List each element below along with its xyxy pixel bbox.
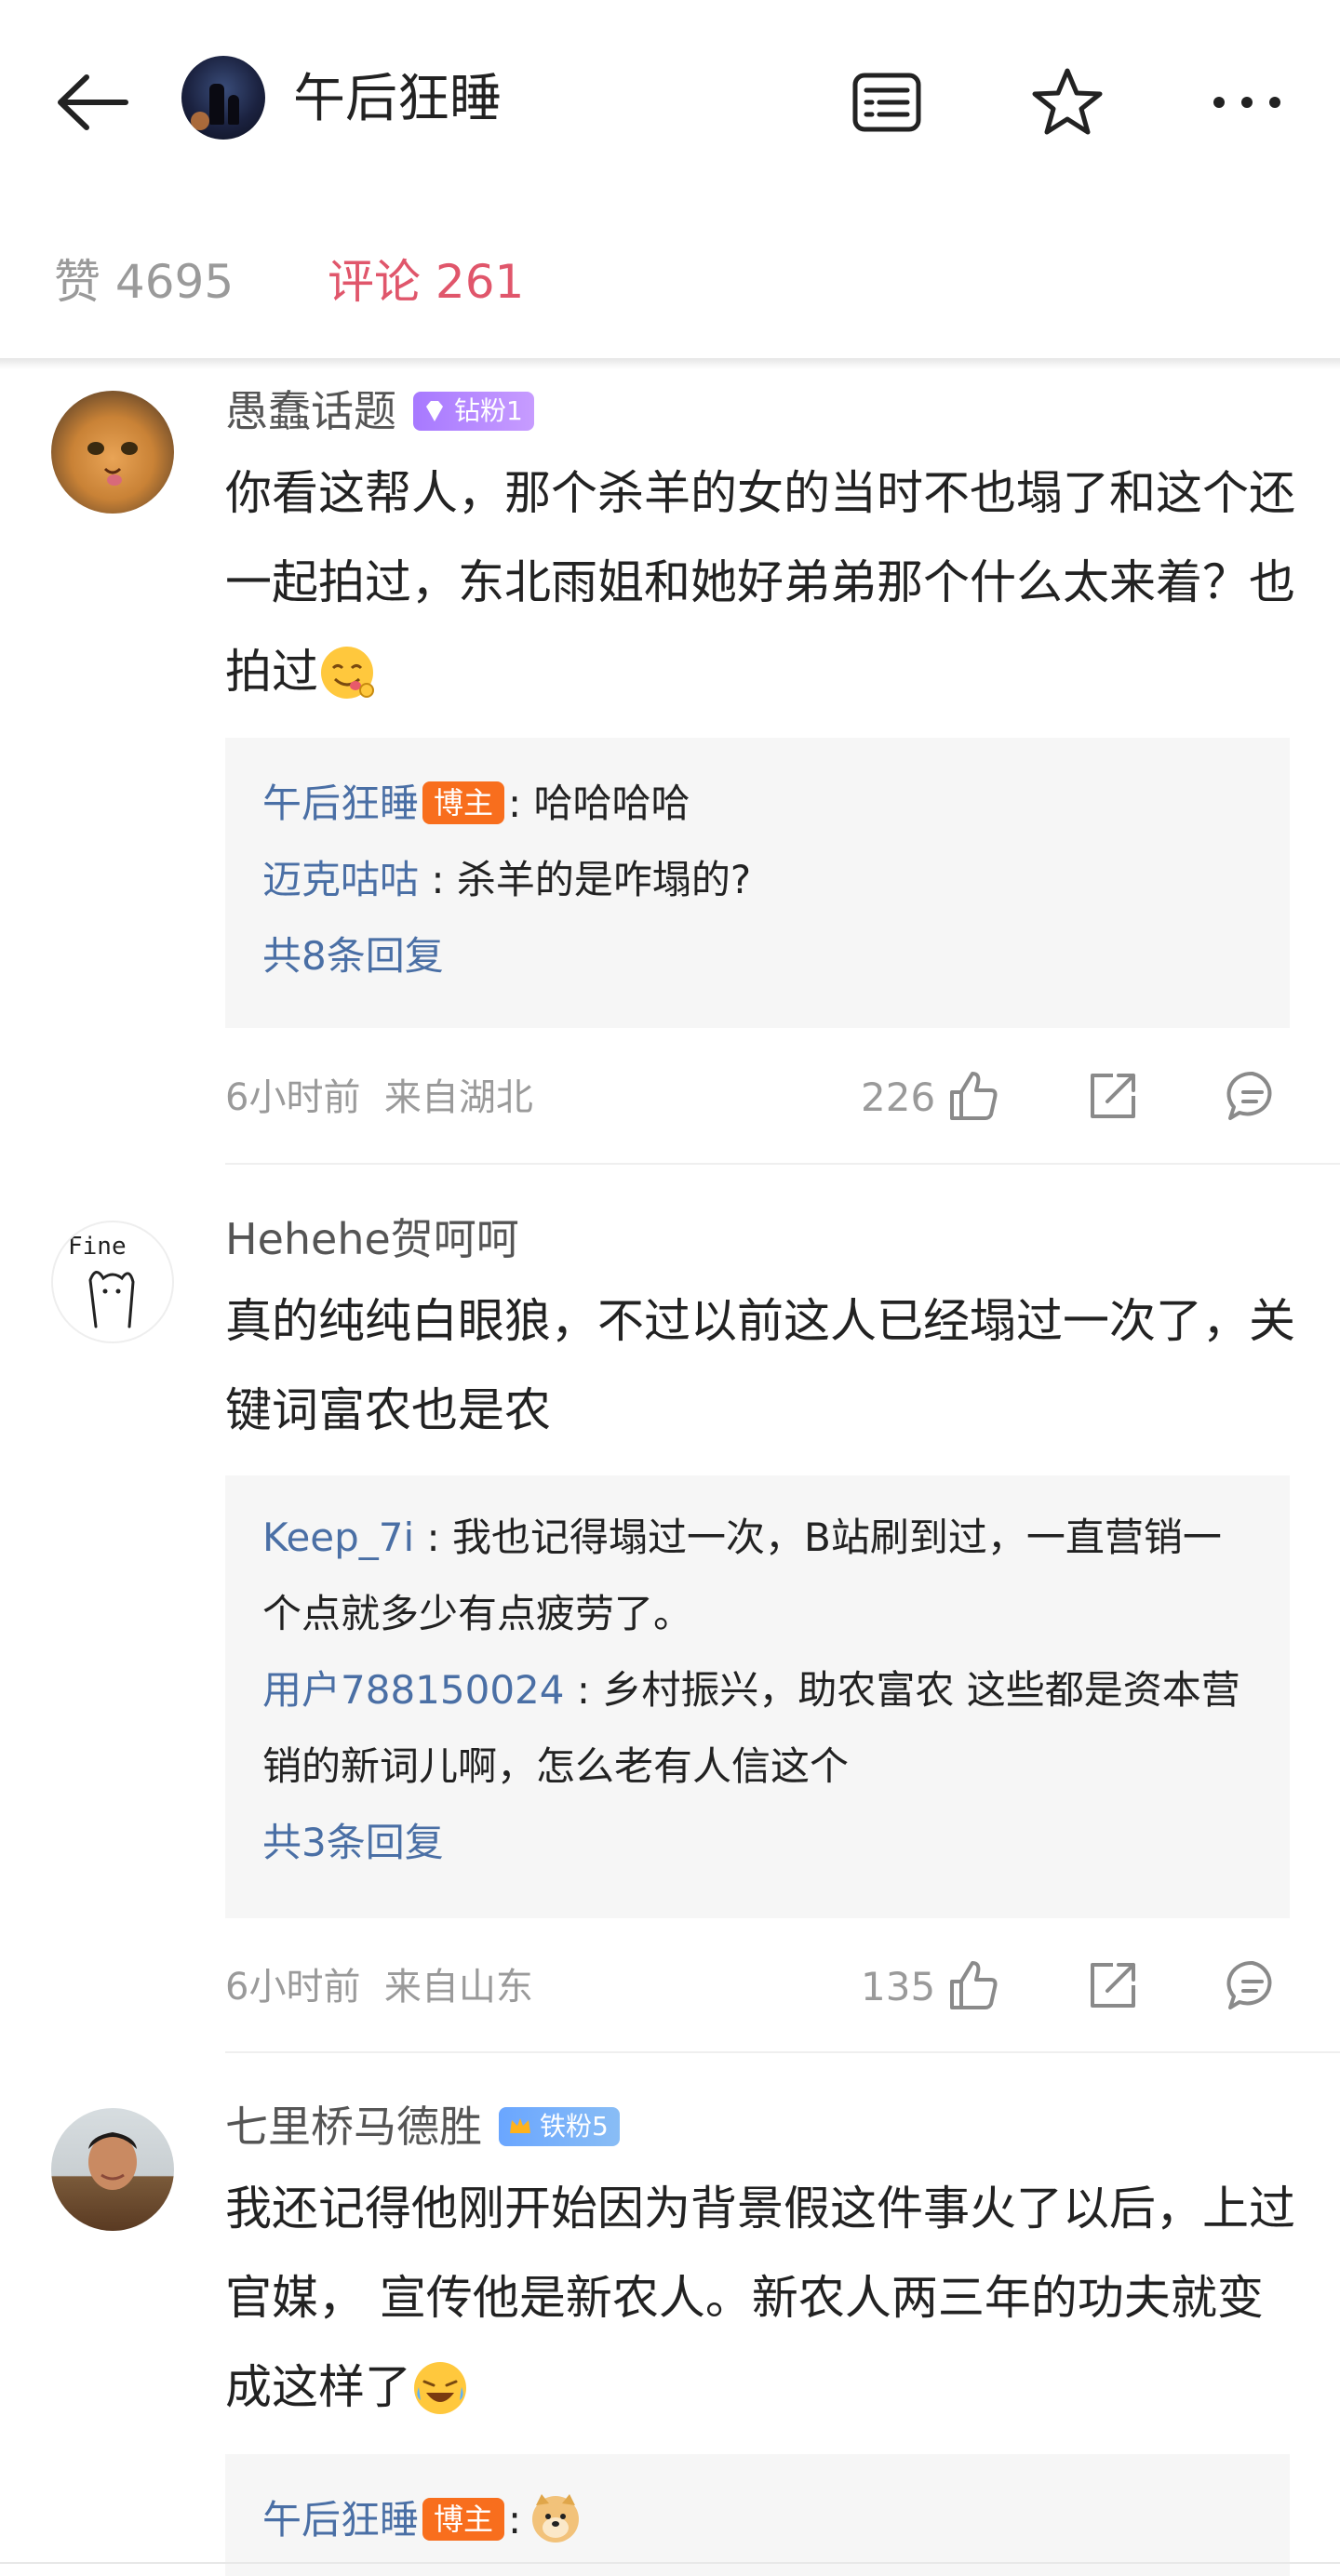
bottom-divider [0, 2562, 1340, 2564]
laugh-cry-emoji-icon [411, 2356, 469, 2414]
reply-item[interactable]: 迈克咕咕 : 杀羊的是咋塌的? [262, 842, 1253, 918]
like-count: 226 [861, 1074, 936, 1120]
comment-divider [225, 1163, 1340, 1165]
avatar[interactable] [51, 391, 174, 514]
like-icon[interactable] [945, 1957, 1000, 2013]
comment-username[interactable]: 七里桥马德胜 铁粉5 [225, 2099, 620, 2155]
comment-meta: 6小时前 来自湖北 [225, 1076, 533, 1119]
fan-badge: 铁粉5 [499, 2106, 620, 2146]
comment-text: 我还记得他刚开始因为背景假这件事火了以后，上过官媒， 宣传他是新农人。新农人两三… [225, 2182, 1295, 2414]
back-arrow-icon[interactable] [51, 60, 135, 144]
host-badge: 博主 [422, 781, 505, 824]
more-replies-link[interactable]: 共3条回复 [262, 1805, 444, 1881]
blogger-avatar[interactable] [181, 56, 265, 140]
fan-badge: 钻粉1 [413, 391, 534, 431]
reply-item[interactable]: 用户788150024 : 乡村振兴，助农富农 这些都是资本营销的新词儿啊，怎么… [262, 1652, 1253, 1805]
svg-text:Fine: Fine [68, 1233, 127, 1261]
comment-reply-icon[interactable] [1225, 1068, 1280, 1124]
more-replies-link[interactable]: 共8条回复 [262, 918, 444, 994]
tab-likes[interactable]: 赞 4695 [54, 240, 234, 324]
reply-username[interactable]: 午后狂睡 [262, 781, 419, 826]
reply-username[interactable]: 用户788150024 [262, 1667, 565, 1713]
comment-reply-icon[interactable] [1225, 1957, 1280, 2013]
like-icon[interactable] [945, 1068, 1000, 1124]
crown-icon [510, 2117, 530, 2133]
diamond-icon [426, 400, 443, 421]
reply-box[interactable]: 午后狂睡 博主: [225, 2454, 1290, 2576]
comment-username[interactable]: Hehehe贺呵呵 [225, 1211, 519, 1267]
page-title[interactable]: 午后狂睡 [293, 67, 502, 132]
header-divider [0, 358, 1340, 369]
list-icon[interactable] [845, 60, 929, 144]
reply-username[interactable]: 迈克咕咕 [262, 857, 419, 902]
reply-item[interactable]: 午后狂睡 博主: 哈哈哈哈 [262, 766, 1253, 842]
reply-item[interactable]: 午后狂睡 博主: [262, 2482, 1253, 2558]
comment-text: 你看这帮人，那个杀羊的女的当时不也塌了和这个还一起拍过，东北雨姐和她好弟弟那个什… [225, 466, 1295, 699]
reply-username[interactable]: Keep_7i [262, 1515, 414, 1560]
tab-comments[interactable]: 评论 261 [328, 240, 524, 324]
comment-divider [225, 2051, 1340, 2053]
yum-emoji-icon [318, 641, 376, 699]
avatar[interactable]: Fine [51, 1221, 174, 1343]
share-icon[interactable] [1085, 1068, 1141, 1124]
tab-bar: 赞 4695 评论 261 [0, 240, 1340, 324]
comment-text: 真的纯纯白眼狼，不过以前这人已经塌过一次了，关键词富农也是农 [225, 1294, 1295, 1437]
like-count: 135 [861, 1964, 936, 2009]
reply-item[interactable]: Keep_7i : 我也记得塌过一次，B站刷到过，一直营销一个点就多少有点疲劳了… [262, 1500, 1253, 1652]
reply-username[interactable]: 午后狂睡 [262, 2497, 419, 2543]
reply-box[interactable]: 午后狂睡 博主: 哈哈哈哈 迈克咕咕 : 杀羊的是咋塌的? 共8条回复 [225, 738, 1290, 1028]
comment-meta: 6小时前 来自山东 [225, 1966, 533, 2009]
avatar[interactable] [51, 2108, 174, 2231]
more-icon[interactable] [1205, 60, 1289, 144]
star-icon[interactable] [1025, 60, 1109, 144]
reply-box[interactable]: Keep_7i : 我也记得塌过一次，B站刷到过，一直营销一个点就多少有点疲劳了… [225, 1475, 1290, 1918]
share-icon[interactable] [1085, 1957, 1141, 2013]
doge-emoji-icon [529, 2490, 583, 2544]
comment-username[interactable]: 愚蠢话题 钻粉1 [225, 383, 534, 439]
host-badge: 博主 [422, 2497, 505, 2541]
top-bar: 午后狂睡 [0, 0, 1340, 205]
